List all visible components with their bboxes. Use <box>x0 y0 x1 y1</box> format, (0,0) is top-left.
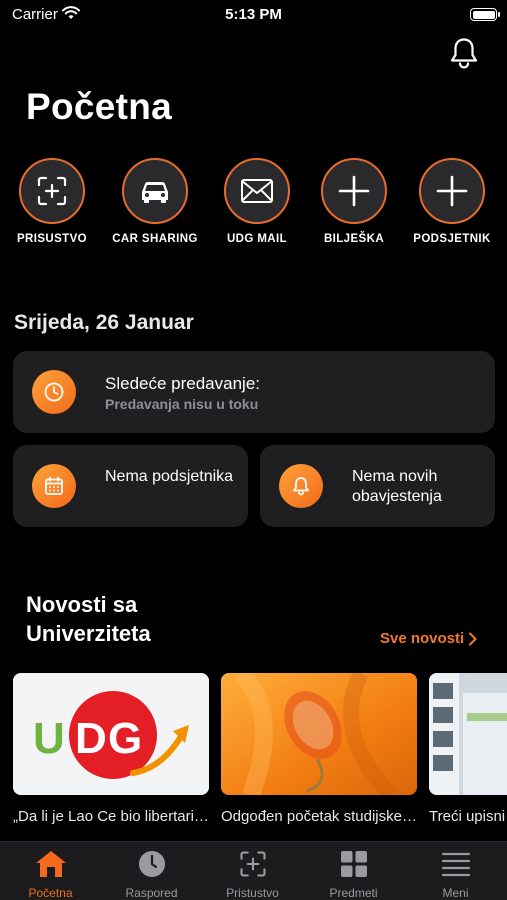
calendar-icon <box>32 464 76 508</box>
grid-icon <box>340 851 367 877</box>
tab-label: Raspored <box>125 886 178 900</box>
clock-time: 5:13 PM <box>225 6 282 23</box>
mail-icon <box>241 179 273 203</box>
home-icon <box>35 851 66 877</box>
battery-icon <box>470 8 500 21</box>
clock-icon <box>32 370 76 414</box>
tab-attendance[interactable]: Pristustvo <box>202 848 303 900</box>
quick-action-circle[interactable] <box>19 158 85 224</box>
tab-menu[interactable]: Meni <box>405 848 506 900</box>
page-title: Početna <box>26 86 173 127</box>
news-image <box>221 673 417 795</box>
news-caption: Treći upisni rok <box>429 808 507 825</box>
tab-bar: Početna Raspored Pristustvo Predmeti Men… <box>0 841 507 900</box>
tab-home[interactable]: Početna <box>0 848 101 900</box>
svg-text:G: G <box>108 714 142 763</box>
building-image <box>429 673 507 795</box>
date-heading: Srijeda, 26 Januar <box>14 311 194 334</box>
status-bar: Carrier 5:13 PM <box>0 0 507 30</box>
chevron-right-icon <box>469 632 477 645</box>
news-carousel[interactable]: U D G „Da li je Lao Ce bio libertarijana… <box>13 673 507 833</box>
quick-action-label: CAR SHARING <box>112 233 198 245</box>
see-all-news-label: Sve novosti <box>380 630 465 647</box>
menu-icon <box>441 852 470 877</box>
tab-label: Početna <box>28 886 73 900</box>
notifications-bell-button[interactable] <box>447 36 481 70</box>
quick-action-udg-mail[interactable]: UDG MAIL <box>207 158 307 245</box>
see-all-news-link[interactable]: Sve novosti <box>380 630 477 647</box>
news-section-title: Novosti sa Univerziteta <box>26 592 151 646</box>
next-lecture-title: Sledeće predavanje: <box>105 374 261 393</box>
news-caption: Odgođen početak studijske godine <box>221 808 417 825</box>
clock-icon <box>138 851 165 877</box>
quick-action-reminder[interactable]: PODSJETNIK <box>402 158 502 245</box>
quick-action-circle[interactable] <box>419 158 485 224</box>
reminders-text: Nema podsjetnika <box>105 468 234 485</box>
bell-icon <box>450 38 478 69</box>
quick-action-label: BILJEŠKA <box>323 233 385 245</box>
tab-label: Predmeti <box>329 886 378 900</box>
svg-text:U: U <box>33 714 65 763</box>
next-lecture-status: Predavanja nisu u toku <box>105 396 259 412</box>
tab-subjects[interactable]: Predmeti <box>303 848 404 900</box>
orange-jersey-image <box>221 673 417 795</box>
reminders-card[interactable]: Nema podsjetnika <box>13 445 248 527</box>
plus-icon <box>436 175 468 207</box>
quick-action-circle[interactable] <box>224 158 290 224</box>
car-icon <box>142 181 168 203</box>
notifications-card[interactable]: Nema novih obavjestenja <box>260 445 495 527</box>
attendance-scan-icon <box>239 851 266 877</box>
plus-icon <box>338 175 370 207</box>
quick-action-circle[interactable] <box>321 158 387 224</box>
next-lecture-card[interactable]: Sledeće predavanje: Predavanja nisu u to… <box>13 351 495 433</box>
quick-action-label: PRISUSTVO <box>16 233 88 245</box>
quick-action-label: UDG MAIL <box>226 233 288 245</box>
quick-action-label: PODSJETNIK <box>413 233 491 245</box>
tab-label: Meni <box>442 886 469 900</box>
news-item[interactable]: U D G „Da li je Lao Ce bio libertarijana… <box>13 673 209 825</box>
quick-action-attendance[interactable]: PRISUSTVO <box>2 158 102 245</box>
news-item[interactable]: Treći upisni rok <box>429 673 507 825</box>
quick-action-note[interactable]: BILJEŠKA <box>304 158 404 245</box>
attendance-scan-icon <box>37 176 67 206</box>
quick-action-circle[interactable] <box>122 158 188 224</box>
quick-actions: PRISUSTVO CAR SHARING UDG MAIL BILJEŠKA … <box>0 158 507 253</box>
news-image: U D G <box>13 673 209 795</box>
svg-text:D: D <box>75 714 107 763</box>
udg-logo-image: U D G <box>13 673 209 795</box>
tab-schedule[interactable]: Raspored <box>101 848 202 900</box>
quick-action-car-sharing[interactable]: CAR SHARING <box>105 158 205 245</box>
bell-icon <box>279 464 323 508</box>
notifications-text: Nema novih obavjestenja <box>352 468 442 505</box>
news-image <box>429 673 507 795</box>
tab-label: Pristustvo <box>226 886 279 900</box>
news-caption: „Da li je Lao Ce bio libertarijanac?“ <box>13 808 209 825</box>
news-item[interactable]: Odgođen početak studijske godine <box>221 673 417 825</box>
